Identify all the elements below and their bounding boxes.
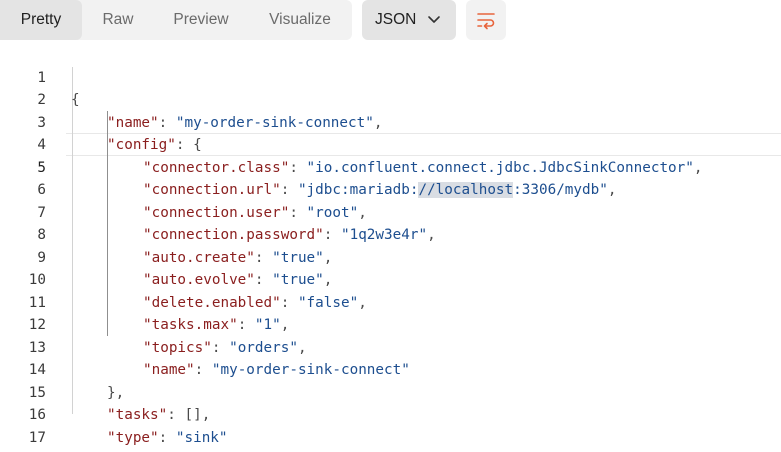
wrap-lines-icon — [477, 13, 495, 30]
tab-raw[interactable]: Raw — [82, 0, 154, 40]
code-line: 3 "config": { — [0, 89, 781, 154]
response-toolbar: Pretty Raw Preview Visualize JSON — [0, 0, 781, 40]
tab-visualize[interactable]: Visualize — [248, 0, 352, 40]
format-select-value: JSON — [375, 11, 417, 28]
code-line: 4 "connector.class": "io.confluent.conne… — [0, 112, 781, 176]
code-line: 7 "connection.password": "1q2w3e4r", — [0, 179, 781, 244]
wrap-lines-button[interactable] — [466, 0, 506, 40]
chevron-down-icon — [428, 16, 440, 23]
code-line: 2 "name": "my-order-sink-connect", — [0, 67, 781, 131]
code-line: 6 "connection.user": "root", — [0, 157, 781, 221]
code-line: 9 "auto.evolve": "true", — [0, 224, 781, 289]
code-line-active: 5 "connection.url": "jdbc:mariadb://loca… — [0, 134, 781, 198]
code-line: 17 } — [0, 404, 781, 446]
code-line: 12 "topics": "orders", — [0, 292, 781, 356]
line-number: 17 — [28, 429, 46, 446]
code-line: 11 "tasks.max": "1", — [0, 269, 781, 334]
view-mode-tabs: Pretty Raw Preview Visualize — [0, 0, 352, 40]
line-content: "type": "sink" — [107, 429, 228, 446]
code-line: 15 "tasks": [], — [0, 359, 781, 424]
tab-preview[interactable]: Preview — [154, 0, 248, 40]
code-line: 10 "delete.enabled": "false", — [0, 247, 781, 311]
json-response-editor[interactable]: 1 { 2 "name": "my-order-sink-connect", 3… — [0, 44, 781, 452]
code-line: 13 "name": "my-order-sink-connect" — [0, 314, 781, 379]
code-line: 14 }, — [0, 337, 781, 401]
code-line: 8 "auto.create": "true", — [0, 202, 781, 266]
tab-pretty[interactable]: Pretty — [0, 0, 82, 40]
code-line: 16 "type": "sink" — [0, 382, 781, 446]
format-select[interactable]: JSON — [362, 0, 456, 40]
code-line: 1 { — [0, 44, 781, 109]
